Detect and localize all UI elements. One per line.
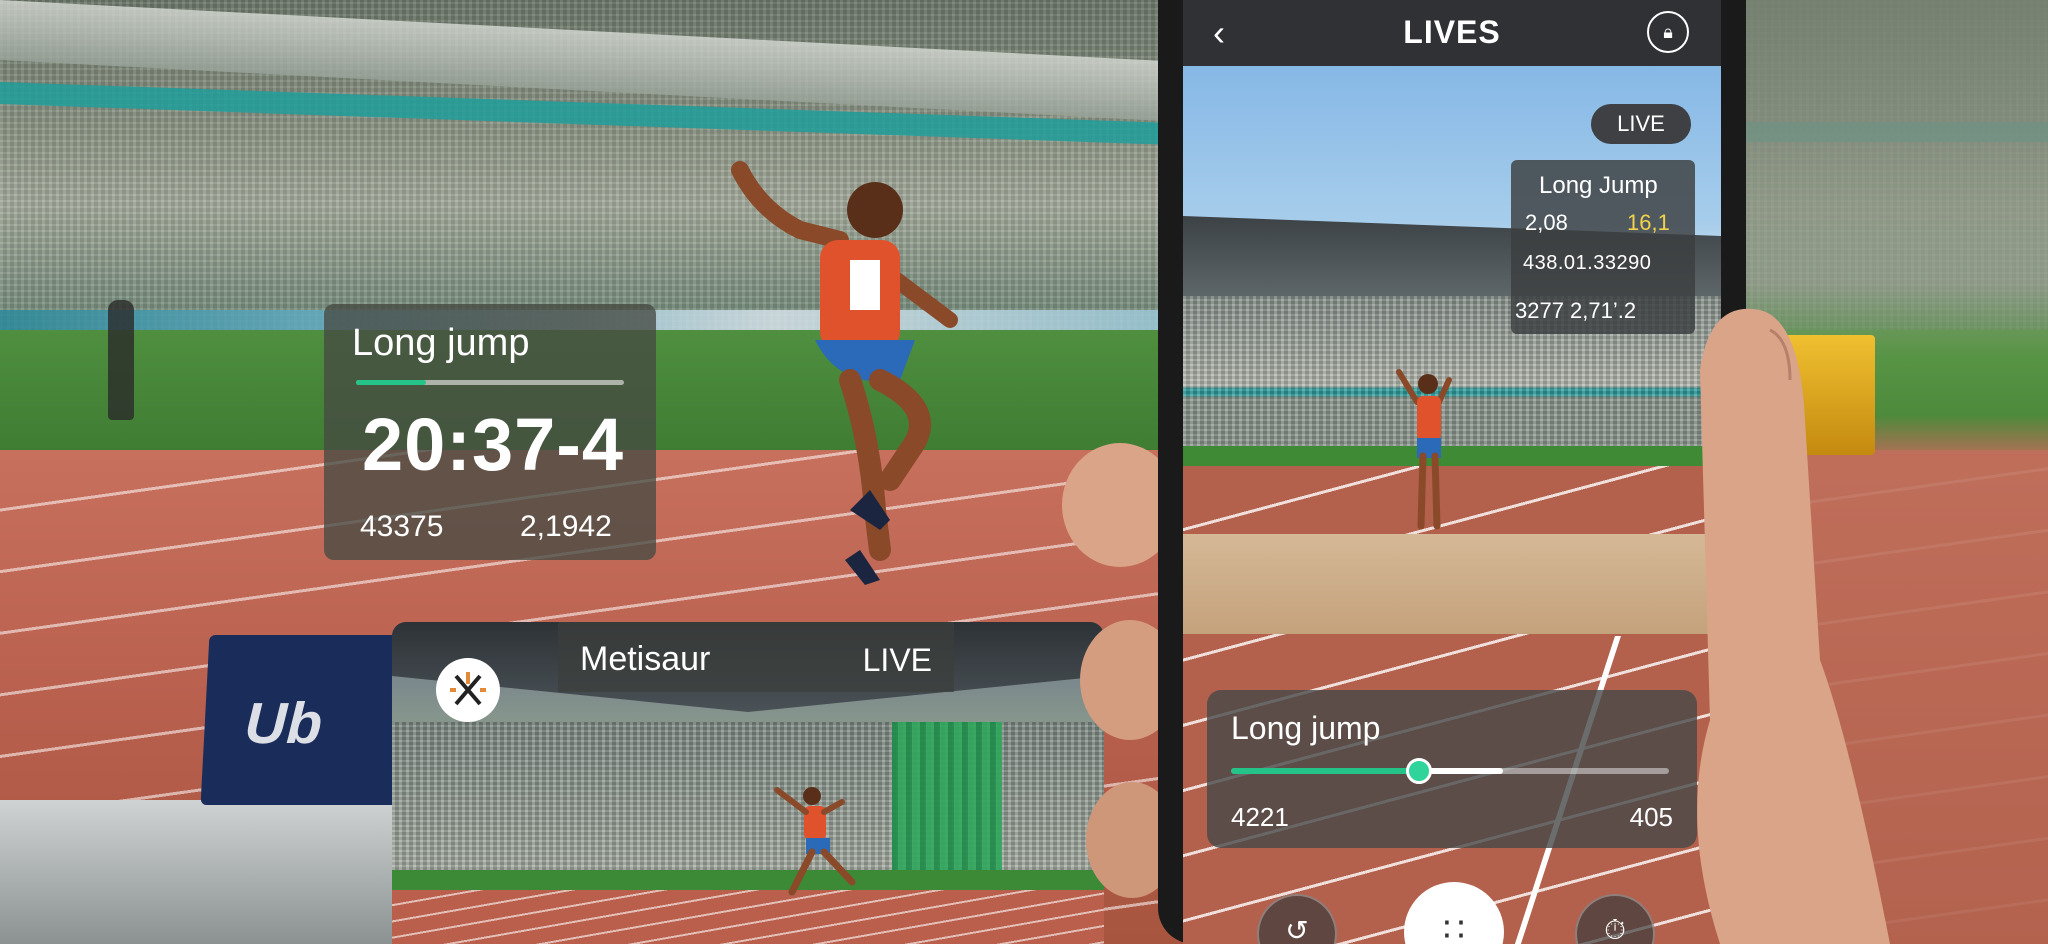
stats-title: Long Jump [1539,172,1658,199]
stats-panel: Long Jump 2,08 16,1 438.01.33290 3277 2,… [1511,160,1695,334]
overlay-stat-left: 43375 [360,510,444,543]
time-remaining: 405 [1629,802,1673,832]
player-title: Long jump [1231,710,1381,746]
video-athlete [1396,369,1452,530]
video-sandpit [1183,534,1721,634]
channel-logo-icon[interactable] [436,658,500,722]
phone-screen: ‹ LIVES 🔒︎ LIVE Long Jump 2,08 16,1 438.… [1183,0,1721,944]
player-controls: Long jump 4221 405 [1207,690,1697,848]
ad-sign: Ub [200,635,410,805]
stats-value-b: 16,1 [1627,210,1670,235]
preview-header: Metisaur LIVE [558,622,954,692]
official-figure [108,300,134,420]
live-badge: LIVE [1591,104,1691,144]
overlay-stat-right: 2,1942 [520,510,612,543]
preview-grass [392,870,1104,892]
overlay-time: 20:37-4 [362,403,625,486]
preview-live-label: LIVE [862,642,932,678]
right-hand [1697,308,1890,944]
channel-name: Metisaur [580,640,711,678]
overlay-progress-fill [356,380,426,385]
stopwatch-icon: ⏱ [1604,914,1626,944]
time-elapsed: 4221 [1231,802,1289,832]
grid-icon: ∷ [1443,911,1465,944]
overlay-progress-bar [356,380,624,385]
seek-progress [1231,768,1420,774]
preview-athlete [774,787,856,896]
long-jump-overlay: Long jump 20:37-4 43375 2,1942 [324,304,656,560]
jumping-athlete [731,161,958,585]
overlay-title: Long jump [352,322,530,364]
stats-row2: 438.01.33290 [1523,252,1652,274]
stats-row3: 3277 2,71’.2 [1515,298,1637,323]
rewind-icon: ↺ [1285,915,1309,944]
lock-icon[interactable]: 🔒︎ [1647,11,1689,53]
barrier-wall [0,800,430,944]
stream-preview-card[interactable]: Metisaur LIVE [392,622,1104,944]
preview-hammer-cage [892,722,1002,882]
screen-title: LIVES [1403,14,1501,50]
phone-header: ‹ LIVES 🔒︎ [1183,0,1721,66]
stats-value-a: 2,08 [1525,210,1568,235]
seek-handle[interactable] [1406,758,1433,784]
preview-track [392,890,1104,944]
ad-sign-text: Ub [243,691,324,756]
